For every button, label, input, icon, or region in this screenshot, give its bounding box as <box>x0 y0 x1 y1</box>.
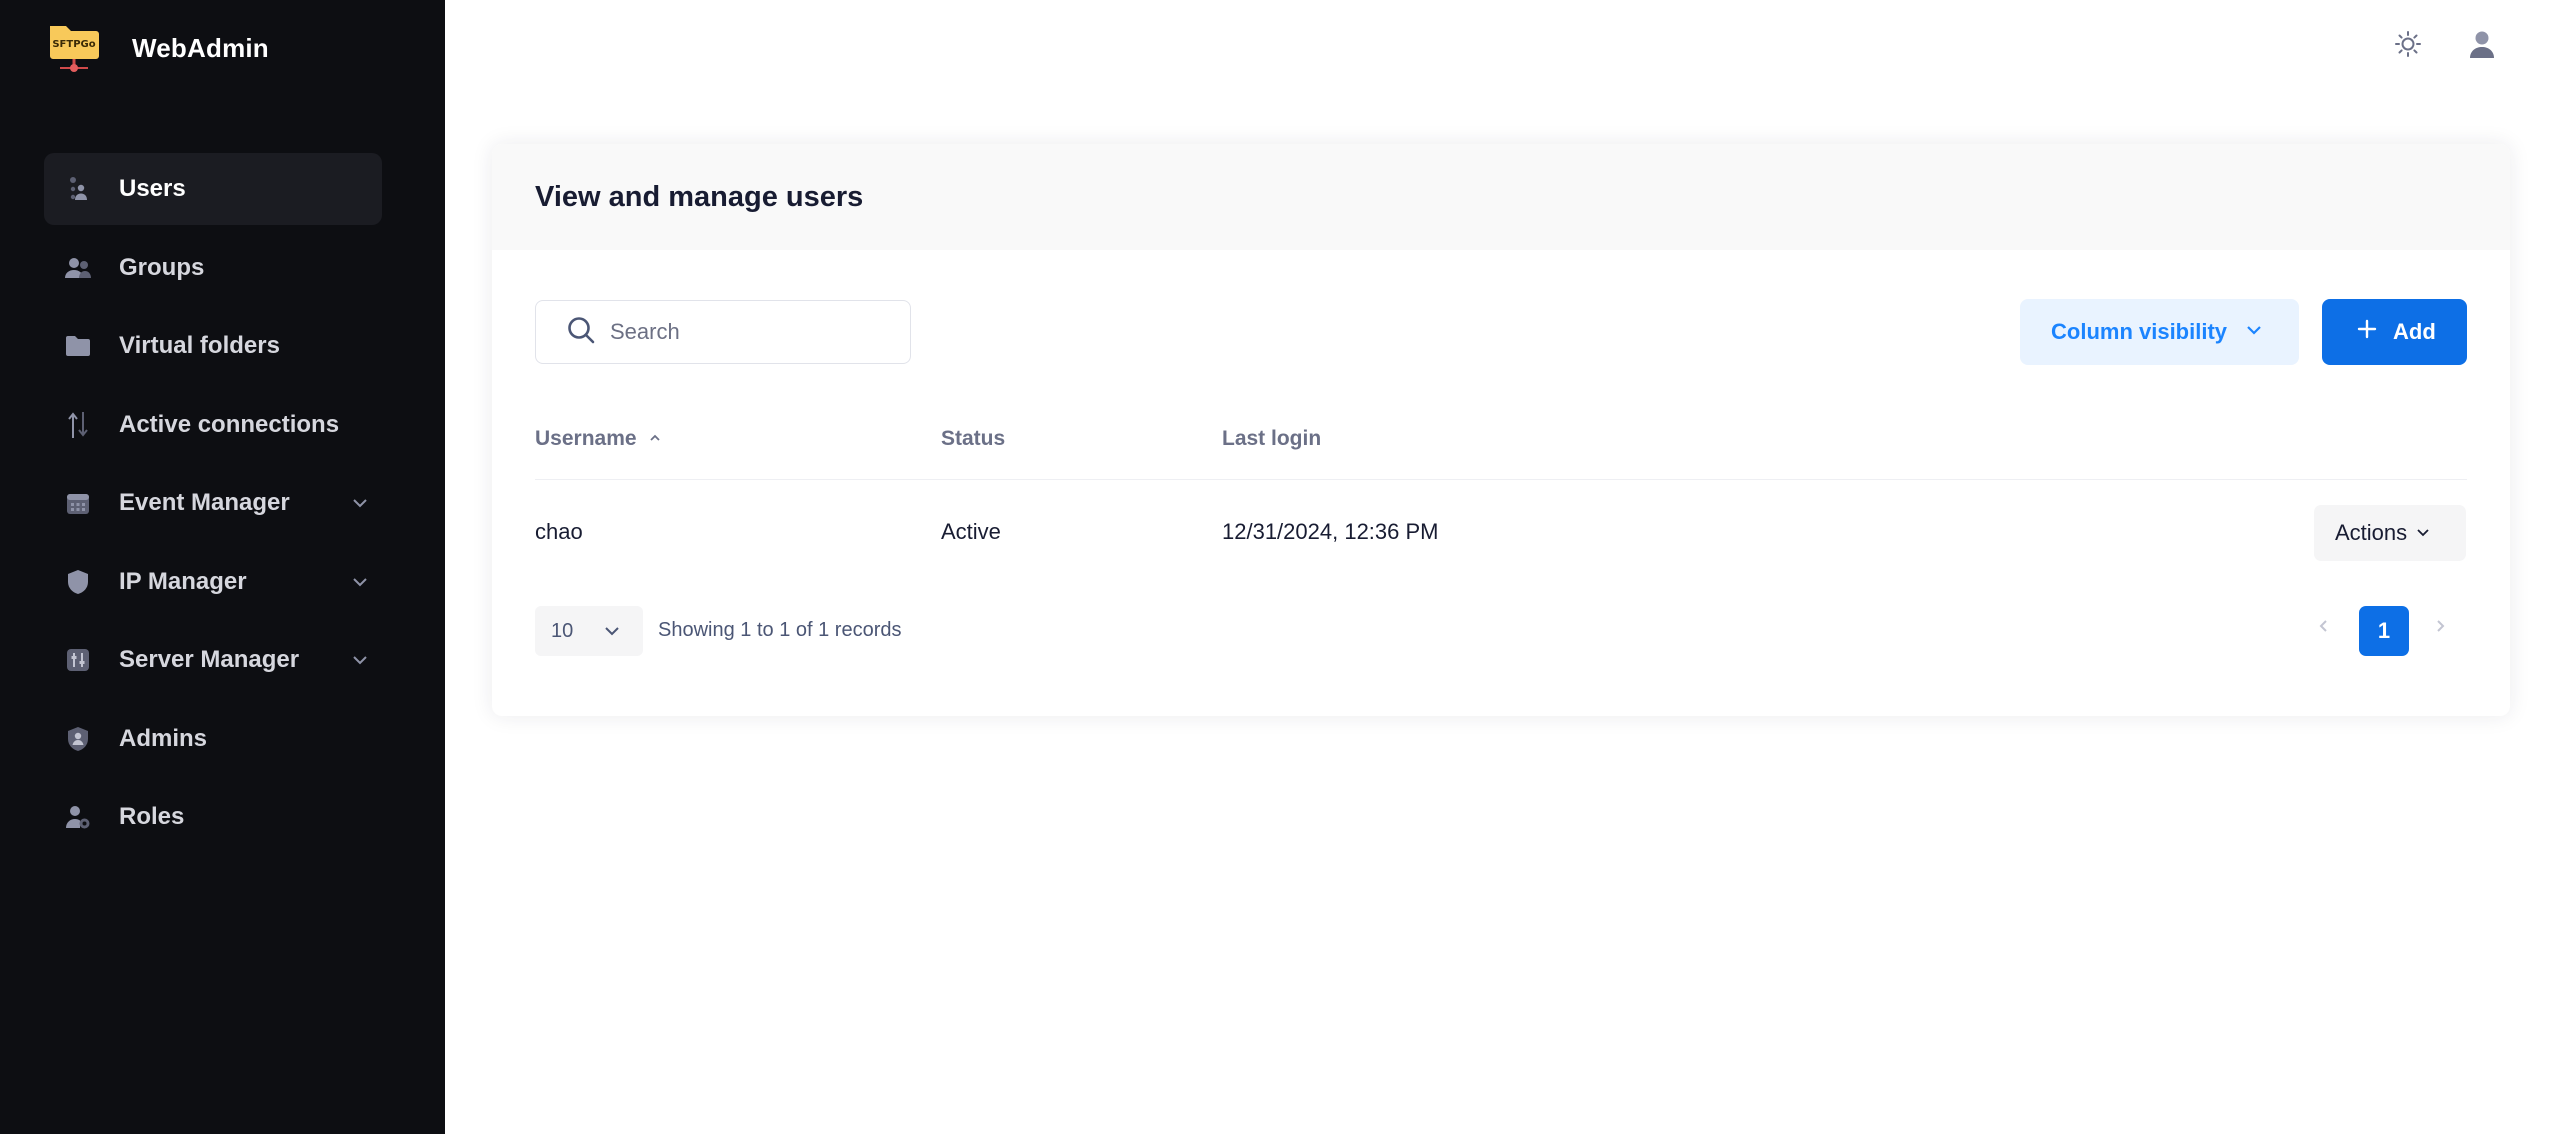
groups-icon <box>64 254 92 282</box>
sidebar-item-label: Roles <box>119 803 185 830</box>
chevron-down-icon <box>2245 319 2263 345</box>
actions-label: Actions <box>2335 520 2408 545</box>
shield-icon <box>64 568 92 596</box>
chevron-down-icon <box>350 650 370 670</box>
plus-icon <box>2357 319 2377 345</box>
pagination-page-1[interactable]: 1 <box>2359 606 2409 656</box>
sidebar-item-server-manager[interactable]: Server Manager <box>44 624 382 696</box>
folder-icon <box>64 332 92 360</box>
page-title: View and manage users <box>535 180 864 213</box>
sidebar-item-label: Admins <box>119 724 208 752</box>
calendar-icon <box>64 489 92 517</box>
transfer-arrows-icon <box>64 411 92 439</box>
admin-shield-icon <box>64 725 92 753</box>
chevron-down-icon <box>603 622 621 646</box>
sidebar-nav: Users Groups Virtual folders Active conn… <box>44 153 382 860</box>
chevron-down-icon <box>2415 520 2431 546</box>
chevron-left-icon <box>2316 618 2332 639</box>
divider <box>535 479 2467 480</box>
sftpgo-logo: SFTPGo <box>46 20 102 76</box>
sidebar-item-label: Groups <box>119 253 205 281</box>
sidebar: SFTPGo WebAdmin Users Groups Virtual fol… <box>0 0 445 1134</box>
add-label: Add <box>2393 319 2436 344</box>
search-input[interactable] <box>610 319 890 345</box>
sidebar-item-label: Server Manager <box>119 646 300 673</box>
sidebar-item-admins[interactable]: Admins <box>44 703 382 775</box>
user-icon <box>2468 29 2496 64</box>
brand-title: WebAdmin <box>132 32 269 63</box>
sidebar-item-ip-manager[interactable]: IP Manager <box>44 546 382 618</box>
page-length-select[interactable]: 10 <box>535 606 643 656</box>
sidebar-item-virtual-folders[interactable]: Virtual folders <box>44 310 382 382</box>
actions-button[interactable]: Actions <box>2314 505 2466 561</box>
sidebar-item-label: Event Manager <box>119 489 290 516</box>
pagination-previous-button[interactable] <box>2312 616 2336 640</box>
sun-icon <box>2394 30 2422 63</box>
records-info: Showing 1 to 1 of 1 records <box>658 619 902 641</box>
sidebar-item-roles[interactable]: Roles <box>44 781 382 853</box>
add-user-button[interactable]: Add <box>2322 299 2467 365</box>
column-visibility-button[interactable]: Column visibility <box>2020 299 2299 365</box>
users-card: View and manage users Column visibility … <box>492 144 2510 716</box>
sidebar-item-active-connections[interactable]: Active connections <box>44 389 382 461</box>
sort-ascending-icon <box>648 427 662 451</box>
column-header-status[interactable]: Status <box>941 427 1005 451</box>
sidebar-item-users[interactable]: Users <box>44 153 382 225</box>
sidebar-item-label: Virtual folders <box>119 332 280 359</box>
cell-last-login: 12/31/2024, 12:36 PM <box>1222 519 1439 544</box>
search-icon <box>566 315 596 350</box>
sidebar-item-label: Users <box>119 175 186 202</box>
search-box[interactable] <box>535 300 911 364</box>
theme-toggle-button[interactable] <box>2390 28 2426 64</box>
user-gear-icon <box>64 803 92 831</box>
sliders-icon <box>64 646 92 674</box>
column-header-label: Username <box>535 427 637 450</box>
brand[interactable]: SFTPGo WebAdmin <box>46 20 269 76</box>
chevron-down-icon <box>350 572 370 592</box>
sidebar-item-event-manager[interactable]: Event Manager <box>44 467 382 539</box>
sidebar-item-groups[interactable]: Groups <box>44 232 382 304</box>
sidebar-item-label: Active connections <box>119 410 340 438</box>
card-header: View and manage users <box>492 144 2510 250</box>
cell-username: chao <box>535 519 583 544</box>
column-header-username[interactable]: Username <box>535 427 662 451</box>
sidebar-item-label: IP Manager <box>119 567 247 595</box>
user-menu-button[interactable] <box>2464 28 2500 64</box>
column-header-label: Last login <box>1222 427 1322 450</box>
pagination-next-button[interactable] <box>2428 616 2452 640</box>
chevron-right-icon <box>2432 618 2448 639</box>
column-visibility-label: Column visibility <box>2051 319 2228 344</box>
svg-text:SFTPGo: SFTPGo <box>52 39 95 50</box>
column-header-label: Status <box>941 427 1006 450</box>
cell-status: Active <box>941 519 1001 544</box>
users-icon <box>64 175 92 203</box>
column-header-last-login[interactable]: Last login <box>1222 427 1321 451</box>
page-length-value: 10 <box>551 619 574 642</box>
chevron-down-icon <box>350 493 370 513</box>
